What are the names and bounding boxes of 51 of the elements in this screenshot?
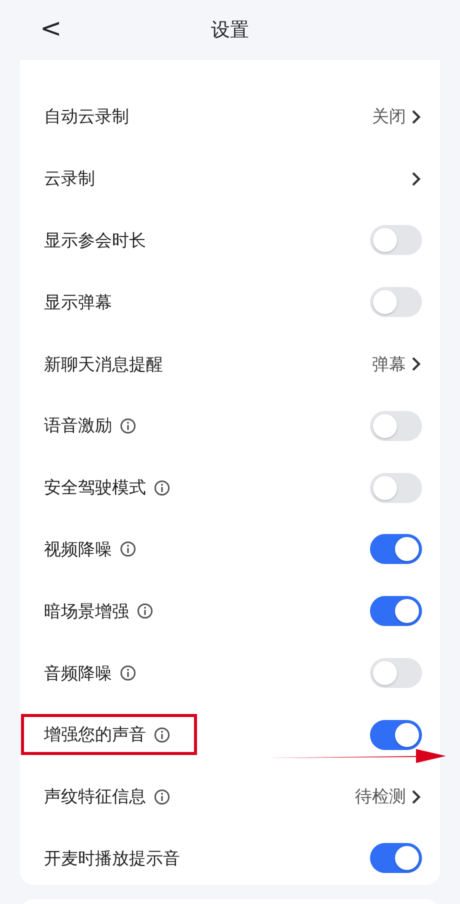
toggle-switch[interactable]	[370, 596, 422, 626]
toggle-switch[interactable]	[370, 410, 422, 441]
settings-row[interactable]: 自动云录制 关闭	[20, 86, 440, 148]
setting-label: 新聊天消息提醒	[44, 354, 163, 376]
setting-label: 暗场景增强	[44, 600, 129, 623]
settings-row[interactable]: 视频降噪	[20, 518, 440, 580]
chevron-icon	[410, 108, 422, 125]
row-value: 待检测	[355, 786, 406, 808]
setting-label: 声纹特征信息	[44, 786, 146, 808]
settings-row[interactable]: 暗场景增强	[20, 580, 440, 642]
chevron-icon	[410, 788, 422, 805]
setting-label: 音频降噪	[44, 662, 112, 685]
settings-row[interactable]: 增强您的声音	[20, 704, 440, 766]
info-icon[interactable]	[154, 788, 170, 805]
info-icon[interactable]	[154, 726, 170, 743]
setting-label: 显示弹幕	[44, 292, 112, 314]
page-title: 设置	[211, 18, 249, 43]
info-icon[interactable]	[120, 541, 136, 558]
toggle-switch[interactable]	[370, 720, 422, 750]
toggle-switch[interactable]	[370, 658, 422, 688]
settings-row[interactable]: 语音激励	[20, 394, 440, 457]
toggle-switch[interactable]	[370, 472, 422, 503]
setting-label: 安全驾驶模式	[44, 477, 146, 500]
setting-label: 开麦时播放提示音	[44, 848, 180, 870]
info-icon[interactable]	[154, 480, 170, 496]
settings-row[interactable]: 显示弹幕	[20, 271, 440, 334]
setting-label: 显示参会时长	[44, 230, 146, 252]
settings-row[interactable]: 声纹特征信息 待检测	[20, 766, 440, 828]
setting-label: 云录制	[44, 168, 95, 190]
setting-label: 增强您的声音	[44, 724, 146, 746]
settings-row[interactable]: 开麦时播放提示音	[20, 828, 440, 890]
settings-row[interactable]: 新聊天消息提醒 弹幕	[20, 333, 440, 395]
info-icon[interactable]	[120, 665, 136, 682]
settings-row[interactable]: 音频降噪	[20, 642, 440, 704]
setting-label: 自动云录制	[44, 106, 129, 128]
chevron-icon	[410, 170, 422, 187]
row-value: 弹幕	[372, 354, 406, 376]
settings-row[interactable]: 云录制	[20, 148, 440, 210]
chevron-icon	[410, 356, 422, 372]
back-button[interactable]: <	[36, 14, 66, 44]
toggle-switch[interactable]	[370, 843, 422, 874]
setting-label: 视频降噪	[44, 538, 112, 561]
row-value: 关闭	[372, 106, 406, 128]
info-icon[interactable]	[120, 418, 136, 434]
toggle-switch[interactable]	[370, 287, 422, 318]
info-icon[interactable]	[137, 603, 153, 620]
settings-row[interactable]: 安全驾驶模式	[20, 456, 440, 519]
toggle-switch[interactable]	[370, 534, 422, 564]
settings-row[interactable]: 显示参会时长	[20, 210, 440, 272]
setting-label: 语音激励	[44, 415, 112, 438]
toggle-switch[interactable]	[370, 225, 422, 256]
